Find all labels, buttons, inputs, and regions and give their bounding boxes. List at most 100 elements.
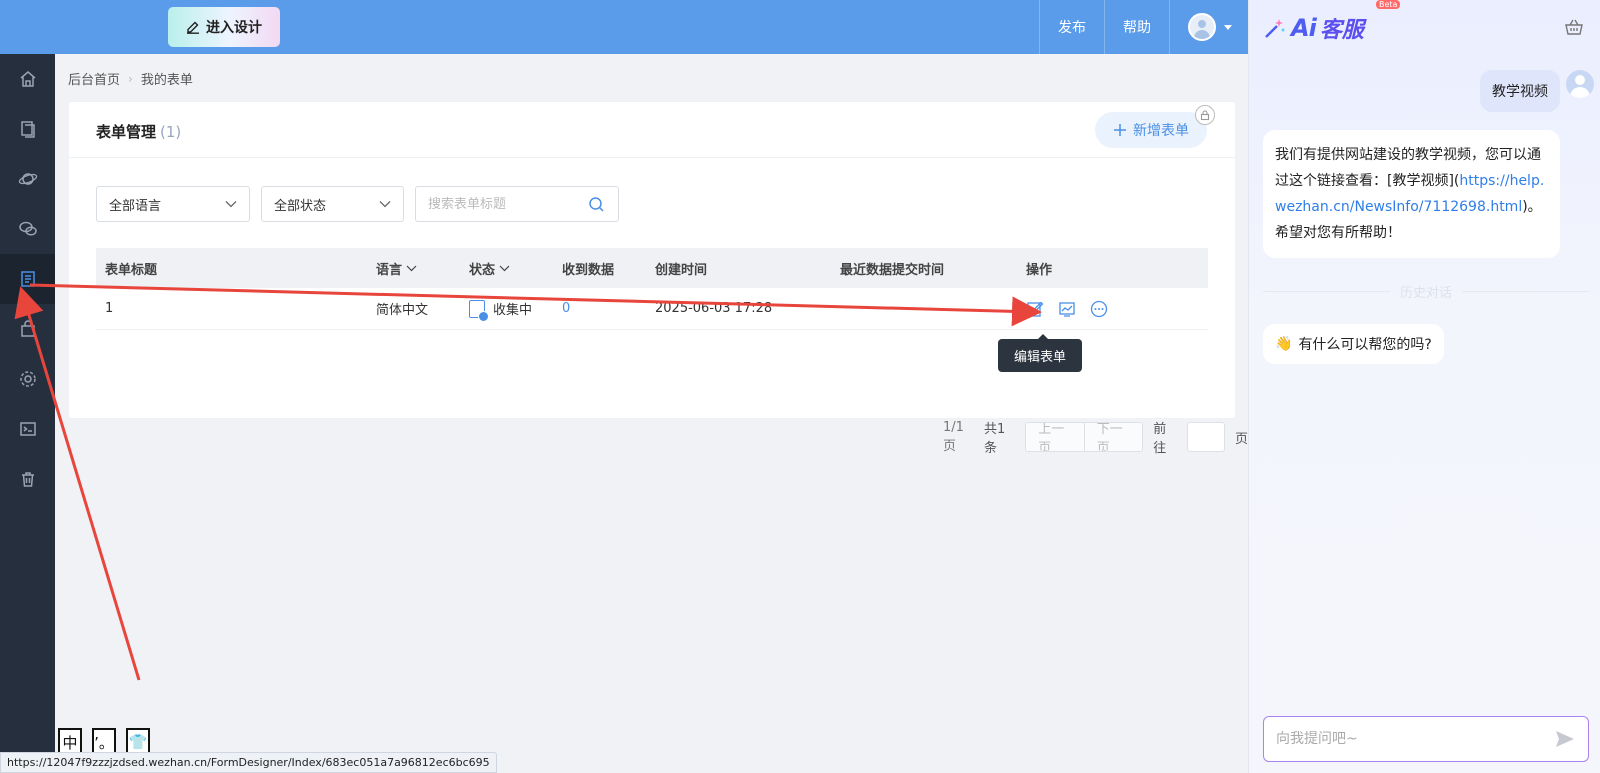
table-header: 表单标题 语言 状态 收到数据 创建时间 最近数据提交时间 操作	[96, 248, 1208, 288]
chat-header: Ai 客服 Beta	[1249, 0, 1600, 54]
language-select[interactable]: 全部语言	[96, 186, 250, 222]
top-bar: 进入设计 发布 帮助	[0, 0, 1248, 54]
sidebar-item-planet[interactable]	[0, 154, 55, 204]
chevron-down-icon	[406, 265, 417, 271]
col-title: 表单标题	[105, 262, 158, 278]
help-label: 帮助	[1123, 20, 1151, 36]
next-page-button[interactable]: 下一页	[1083, 423, 1143, 451]
more-icon[interactable]	[1090, 300, 1108, 318]
collecting-icon	[469, 299, 489, 322]
ai-logo: Ai 客服	[1263, 12, 1364, 44]
pager-buttons: 上一页 下一页	[1025, 422, 1144, 452]
pages-icon	[20, 121, 35, 138]
form-icon	[20, 271, 35, 287]
enter-design-label: 进入设计	[206, 20, 262, 36]
publish-button[interactable]: 发布	[1039, 0, 1104, 54]
add-form-button[interactable]: 新增表单	[1095, 112, 1207, 148]
pagination: 1/1页 共1条 上一页 下一页 前往 页	[943, 418, 1248, 456]
status-text: 收集中	[493, 303, 533, 318]
settings-icon	[19, 371, 36, 387]
user-menu[interactable]	[1169, 0, 1248, 54]
divider-line	[1263, 291, 1390, 292]
sidebar-item-pages[interactable]	[0, 104, 55, 154]
lock-icon[interactable]	[1195, 105, 1215, 125]
chat-input[interactable]	[1276, 731, 1526, 747]
chart-icon[interactable]	[1058, 300, 1076, 318]
edit-form-tooltip: 编辑表单	[998, 334, 1083, 372]
col-actions: 操作	[1026, 262, 1053, 278]
publish-label: 发布	[1058, 20, 1086, 36]
goto-page-input[interactable]	[1187, 422, 1225, 452]
breadcrumb-home-link[interactable]: 后台首页	[68, 69, 120, 88]
plus-icon	[1114, 124, 1126, 136]
divider-line	[1462, 291, 1590, 292]
greeting-message: 👋 有什么可以帮您的吗?	[1263, 324, 1444, 364]
cell-status: 收集中	[469, 299, 562, 322]
cell-language: 简体中文	[376, 303, 429, 318]
trash-icon	[21, 472, 34, 487]
edit-form-icon[interactable]	[1026, 300, 1044, 318]
col-language-label: 语言	[376, 262, 403, 278]
search-input[interactable]	[428, 196, 588, 212]
cell-created: 2025-06-03 17:28	[655, 301, 773, 316]
sidebar-item-settings[interactable]	[0, 354, 55, 404]
brand-ai: Ai	[1291, 14, 1317, 42]
greeting-text: 有什么可以帮您的吗?	[1298, 337, 1432, 353]
col-created: 创建时间	[655, 262, 708, 278]
avatar	[1188, 13, 1216, 41]
terminal-icon	[19, 422, 36, 436]
chevron-right-icon: ›	[128, 71, 133, 86]
beta-badge: Beta	[1376, 0, 1401, 9]
sidebar-item-trash[interactable]	[0, 454, 55, 504]
status-select-value: 全部状态	[274, 198, 327, 214]
ai-chat-panel: Ai 客服 Beta 教学视频 我们有提供网站建设的教学视频，您可以通过这个链接…	[1248, 0, 1600, 773]
col-last-submit: 最近数据提交时间	[840, 262, 945, 278]
bag-icon	[20, 320, 35, 337]
col-received: 收到数据	[562, 262, 615, 278]
bot-message: 我们有提供网站建设的教学视频，您可以通过这个链接查看：[教学视频](https:…	[1263, 130, 1560, 258]
cell-actions	[1026, 300, 1208, 318]
form-count: (1)	[160, 123, 182, 141]
planet-icon	[18, 173, 37, 185]
breadcrumb-current: 我的表单	[140, 73, 193, 88]
add-form-label: 新增表单	[1133, 123, 1189, 139]
filter-bar: 全部语言 全部状态	[96, 186, 619, 222]
enter-design-button[interactable]: 进入设计	[168, 7, 280, 47]
col-language[interactable]: 语言	[376, 259, 469, 278]
wave-icon: 👋	[1275, 336, 1293, 352]
status-select[interactable]: 全部状态	[261, 186, 404, 222]
chevron-down-icon	[225, 201, 237, 208]
brand-name: 客服	[1319, 18, 1364, 43]
total-count: 共1条	[983, 422, 1006, 456]
magic-wand-icon	[1265, 19, 1285, 38]
send-icon[interactable]	[1554, 728, 1576, 750]
prev-page-button[interactable]: 上一页	[1026, 423, 1084, 451]
col-status[interactable]: 状态	[469, 259, 562, 278]
card-header: 表单管理 (1) 新增表单	[69, 102, 1235, 158]
chevron-down-icon	[1224, 24, 1232, 30]
home-icon	[20, 71, 35, 87]
main-content: 后台首页 › 我的表单 表单管理 (1) 新增表单 全部语言 全部状态 搜索表单…	[55, 54, 1248, 773]
sidebar-item-forms[interactable]	[0, 254, 55, 304]
page-title: 表单管理 (1)	[96, 121, 181, 142]
sidebar-item-shop[interactable]	[0, 304, 55, 354]
status-url: https://12047f9zzzjzdsed.wezhan.cn/FormD…	[0, 752, 497, 773]
search-icon[interactable]	[588, 196, 605, 213]
cell-received: 0	[562, 301, 655, 316]
received-count-link[interactable]: 0	[562, 301, 570, 316]
sidebar-item-home[interactable]	[0, 54, 55, 104]
col-status-label: 状态	[469, 262, 496, 278]
basket-icon[interactable]	[1564, 17, 1584, 37]
goto-label: 前往	[1153, 422, 1167, 456]
user-avatar	[1566, 70, 1594, 98]
forms-table: 表单标题 语言 状态 收到数据 创建时间 最近数据提交时间 操作 1 简体中文 …	[96, 248, 1208, 330]
chevron-down-icon	[499, 265, 510, 271]
page-unit-label: 页	[1235, 431, 1249, 447]
history-divider[interactable]: 历史对话	[1263, 282, 1590, 301]
breadcrumb: 后台首页 › 我的表单	[68, 69, 193, 89]
sidebar-item-console[interactable]	[0, 404, 55, 454]
help-button[interactable]: 帮助	[1104, 0, 1169, 54]
history-label: 历史对话	[1400, 286, 1453, 301]
sidebar-item-chat[interactable]	[0, 204, 55, 254]
top-right-menu: 发布 帮助	[1039, 0, 1248, 54]
